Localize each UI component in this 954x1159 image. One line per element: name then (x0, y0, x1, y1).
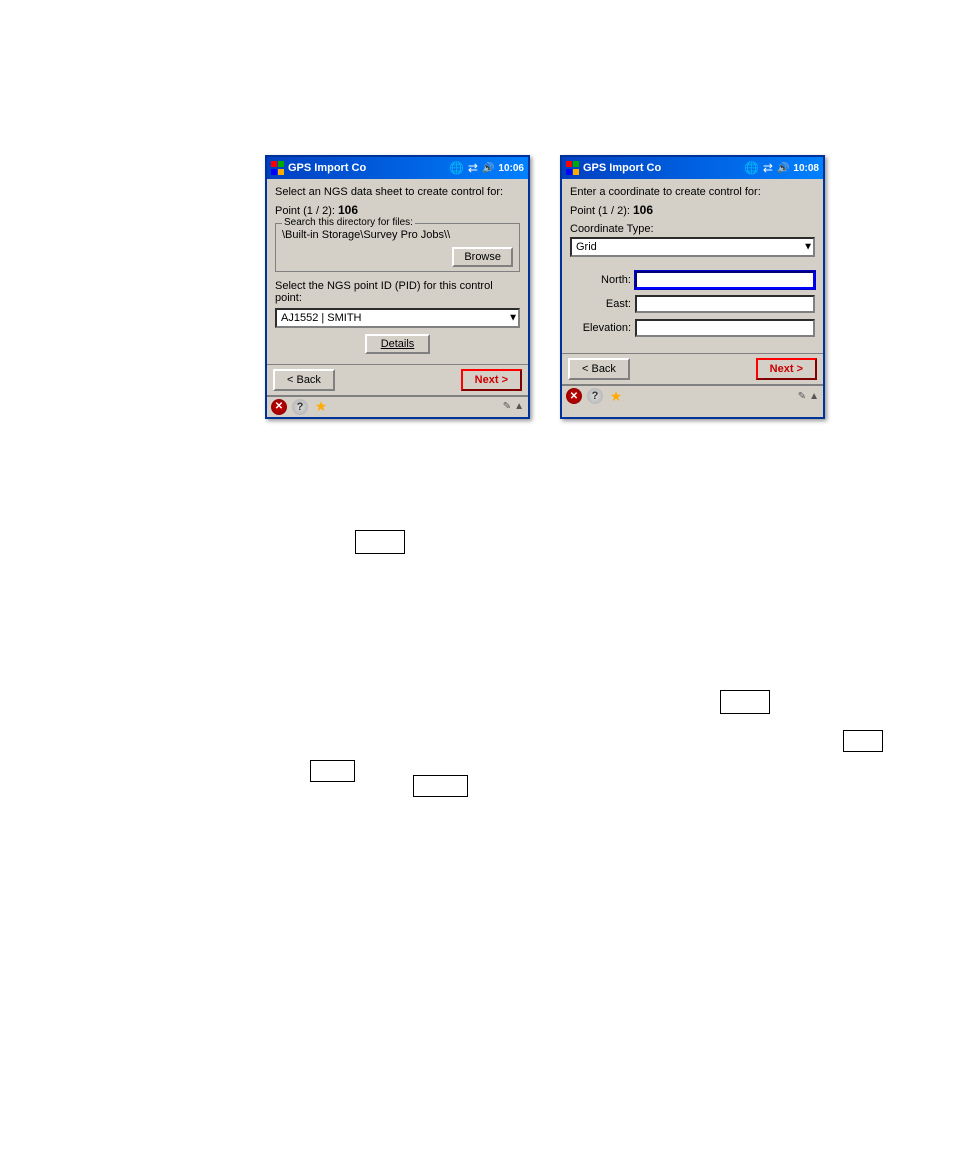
ngs-title-time: 10:06 (498, 163, 524, 174)
coord-expand-icon[interactable]: ▲ (809, 391, 819, 402)
help-icon[interactable]: ? (292, 399, 308, 415)
favorites-icon[interactable]: ★ (313, 399, 329, 415)
ngs-point-value: 106 (338, 203, 358, 217)
elevation-label: Elevation: (570, 322, 635, 334)
floating-rect-4 (310, 760, 355, 782)
ngs-search-group: Search this directory for files: \Built-… (275, 223, 520, 271)
coord-pen-icon[interactable]: ✎ (798, 391, 806, 402)
ngs-back-button[interactable]: < Back (273, 369, 335, 391)
details-button[interactable]: Details (365, 334, 431, 354)
ngs-instruction: Select an NGS data sheet to create contr… (275, 185, 520, 199)
browse-button[interactable]: Browse (452, 247, 513, 267)
ngs-select-label: Select the NGS point ID (PID) for this c… (275, 280, 520, 304)
elevation-row: Elevation: (570, 319, 815, 337)
elevation-input[interactable] (635, 319, 815, 337)
coord-favorites-icon[interactable]: ★ (608, 388, 624, 404)
close-icon[interactable]: ✕ (271, 399, 287, 415)
ngs-group-label: Search this directory for files: (282, 217, 415, 228)
floating-rect-3 (843, 730, 883, 752)
ngs-point-label: Point (1 / 2): (275, 205, 335, 217)
north-label: North: (570, 274, 635, 286)
ngs-dialog: GPS Import Co 🌐 ⇄ 🔊 10:06 Select an NGS … (265, 155, 530, 419)
floating-rect-1 (355, 530, 405, 554)
coord-back-button[interactable]: < Back (568, 358, 630, 380)
coord-title-globe-icon: 🌐 (744, 161, 759, 175)
coord-next-button[interactable]: Next > (756, 358, 817, 380)
ngs-title-bar: GPS Import Co 🌐 ⇄ 🔊 10:06 (267, 157, 528, 179)
ngs-taskbar: ✕ ? ★ ✎ ▲ (267, 395, 528, 417)
ngs-pid-select[interactable]: AJ1552 | SMITH (275, 308, 520, 328)
coord-nav-bar: < Back Next > (562, 353, 823, 384)
ngs-directory-path: \Built-in Storage\Survey Pro Jobs\\ (282, 228, 513, 242)
north-row: North: (570, 271, 815, 289)
ngs-title-sound-icon: 🔊 (482, 163, 494, 174)
ngs-pid-select-wrapper: AJ1552 | SMITH ▼ (275, 308, 520, 328)
ngs-point-row: Point (1 / 2): 106 (275, 203, 520, 217)
floating-rect-5 (413, 775, 468, 797)
coord-form: North: East: Elevation: (570, 267, 815, 347)
coord-dialog: GPS Import Co 🌐 ⇄ 🔊 10:08 Enter a coordi… (560, 155, 825, 419)
coord-help-icon[interactable]: ? (587, 388, 603, 404)
north-input[interactable] (635, 271, 815, 289)
ngs-app-title: GPS Import Co (288, 162, 366, 174)
coord-taskbar: ✕ ? ★ ✎ ▲ (562, 384, 823, 406)
coord-point-label: Point (1 / 2): (570, 205, 630, 217)
floating-rect-2 (720, 690, 770, 714)
ngs-title-globe-icon: 🌐 (449, 161, 464, 175)
windows-logo-icon (271, 161, 285, 175)
ngs-nav-bar: < Back Next > (267, 364, 528, 395)
coord-title-sync-icon: ⇄ (763, 161, 773, 175)
coord-point-row: Point (1 / 2): 106 (570, 203, 815, 217)
pen-icon[interactable]: ✎ (503, 401, 511, 412)
east-input[interactable] (635, 295, 815, 313)
coord-type-select-wrapper: Grid Geographic Local ▼ (570, 237, 815, 257)
coord-type-label: Coordinate Type: (570, 223, 815, 235)
east-label: East: (570, 298, 635, 310)
coord-point-value: 106 (633, 203, 653, 217)
coord-type-select[interactable]: Grid Geographic Local (570, 237, 815, 257)
ngs-title-sync-icon: ⇄ (468, 161, 478, 175)
east-row: East: (570, 295, 815, 313)
coord-title-bar: GPS Import Co 🌐 ⇄ 🔊 10:08 (562, 157, 823, 179)
expand-icon[interactable]: ▲ (514, 401, 524, 412)
coord-title-sound-icon: 🔊 (777, 163, 789, 174)
coord-app-title: GPS Import Co (583, 162, 661, 174)
ngs-next-button[interactable]: Next > (461, 369, 522, 391)
coord-close-icon[interactable]: ✕ (566, 388, 582, 404)
coord-instruction: Enter a coordinate to create control for… (570, 185, 815, 199)
windows-logo2-icon (566, 161, 580, 175)
coord-title-time: 10:08 (793, 163, 819, 174)
